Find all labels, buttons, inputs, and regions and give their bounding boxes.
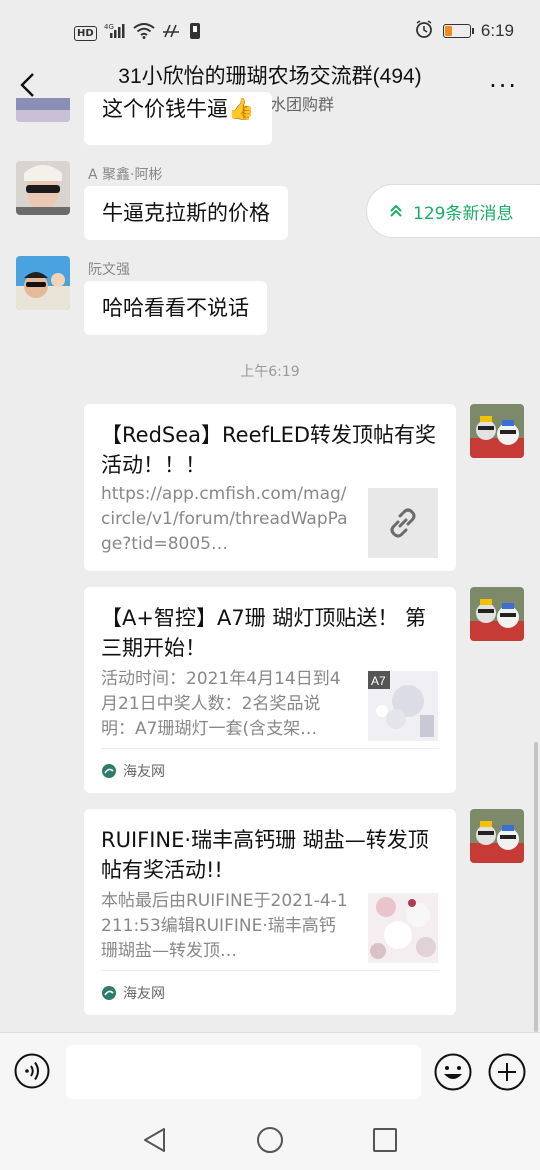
battery-level: [444, 26, 452, 36]
new-messages-button[interactable]: 129条新消息: [366, 184, 540, 238]
chevron-left-icon: [20, 73, 34, 97]
card-source-name: 海友网: [123, 986, 165, 1002]
card-source: 海友网: [101, 970, 439, 1015]
nav-back-button[interactable]: [142, 1126, 168, 1154]
voice-icon: [14, 1053, 50, 1089]
self-avatar[interactable]: [470, 404, 524, 458]
card-description: https://app.cmfish.com/mag/circle/v1/for…: [101, 484, 348, 554]
link-icon: [390, 508, 416, 538]
signal-icon: 4G: [104, 23, 126, 43]
self-avatar[interactable]: [470, 587, 524, 641]
hd-badge: HD: [74, 25, 97, 41]
alarm-icon: [415, 20, 433, 42]
system-navigation-bar: [0, 1116, 540, 1170]
self-avatar[interactable]: [470, 809, 524, 863]
sender-name: A 聚鑫·阿彬: [88, 167, 163, 183]
emoji-icon: [434, 1053, 472, 1091]
message-input[interactable]: [66, 1045, 421, 1099]
plus-icon: [488, 1053, 526, 1091]
timestamp: 上午6:19: [240, 364, 300, 380]
data-saver-icon: [162, 23, 182, 43]
card-description: 本帖最后由RUIFINE于2021-4-1211:53编辑RUIFINE·瑞丰高…: [101, 891, 348, 961]
clock: 6:19: [480, 21, 514, 40]
card-thumbnail: A7: [368, 671, 438, 741]
more-actions-button[interactable]: [488, 1053, 526, 1091]
card-thumbnail: [368, 893, 438, 963]
scrollbar[interactable]: [534, 742, 538, 1032]
back-button[interactable]: [14, 70, 44, 100]
card-source: 海友网: [101, 748, 439, 793]
card-description: 活动时间：2021年4月14日到4月21日中奖人数：2名奖品说明：A7珊瑚灯一套…: [101, 669, 341, 739]
avatar[interactable]: [16, 98, 70, 122]
message-bubble[interactable]: 哈哈看看不说话: [84, 281, 267, 335]
card-title: 【RedSea】ReefLED转发顶帖有奖活动！！！: [101, 423, 437, 477]
avatar[interactable]: [16, 256, 70, 310]
square-recents-icon: [373, 1128, 397, 1152]
nav-recents-button[interactable]: [372, 1127, 398, 1153]
link-card[interactable]: 【A+智控】A7珊 瑚灯顶贴送！ 第三期开始！ 活动时间：2021年4月14日到…: [84, 587, 456, 793]
card-title: 【A+智控】A7珊 瑚灯顶贴送！ 第三期开始！: [101, 606, 427, 660]
more-button[interactable]: ···: [489, 72, 518, 100]
status-left: HD 4G: [74, 22, 201, 44]
new-messages-label: 129条新消息: [413, 203, 514, 224]
input-bar: [0, 1032, 540, 1117]
message-bubble[interactable]: 牛逼克拉斯的价格: [84, 186, 288, 240]
wifi-icon: [133, 23, 155, 43]
card-thumbnail: [368, 488, 438, 558]
card-title: RUIFINE·瑞丰高钙珊 瑚盐—转发顶帖有奖活动!!: [101, 828, 429, 882]
network-type: 4G: [104, 23, 114, 31]
voice-input-button[interactable]: [14, 1053, 50, 1089]
status-right: 6:19: [415, 20, 514, 42]
status-bar: HD 4G 6:19: [0, 0, 540, 60]
message-text: 哈哈看看不说话: [102, 296, 249, 320]
thumbnail-label: A7: [371, 674, 386, 688]
sender-name: 阮文强: [88, 262, 130, 278]
storage-icon: [189, 22, 201, 44]
card-source-name: 海友网: [123, 764, 165, 780]
battery-icon: [442, 24, 474, 38]
emoji-button[interactable]: [434, 1053, 472, 1091]
circle-home-icon: [257, 1127, 283, 1153]
message-text: 这个价钱牛逼👍: [102, 97, 255, 121]
message-bubble[interactable]: 这个价钱牛逼👍: [84, 92, 273, 145]
link-card[interactable]: RUIFINE·瑞丰高钙珊 瑚盐—转发顶帖有奖活动!! 本帖最后由RUIFINE…: [84, 809, 456, 1015]
link-card[interactable]: 【RedSea】ReefLED转发顶帖有奖活动！！！ https://app.c…: [84, 404, 456, 571]
triangle-back-icon: [144, 1128, 165, 1152]
nav-home-button[interactable]: [256, 1126, 284, 1154]
double-chevron-up-icon: [390, 204, 402, 217]
avatar[interactable]: [16, 161, 70, 215]
chat-title: 31小欣怡的珊瑚农场交流群(494): [118, 65, 422, 88]
source-logo-icon: [102, 764, 116, 778]
source-logo-icon: [102, 986, 116, 1000]
message-text: 牛逼克拉斯的价格: [102, 201, 270, 225]
